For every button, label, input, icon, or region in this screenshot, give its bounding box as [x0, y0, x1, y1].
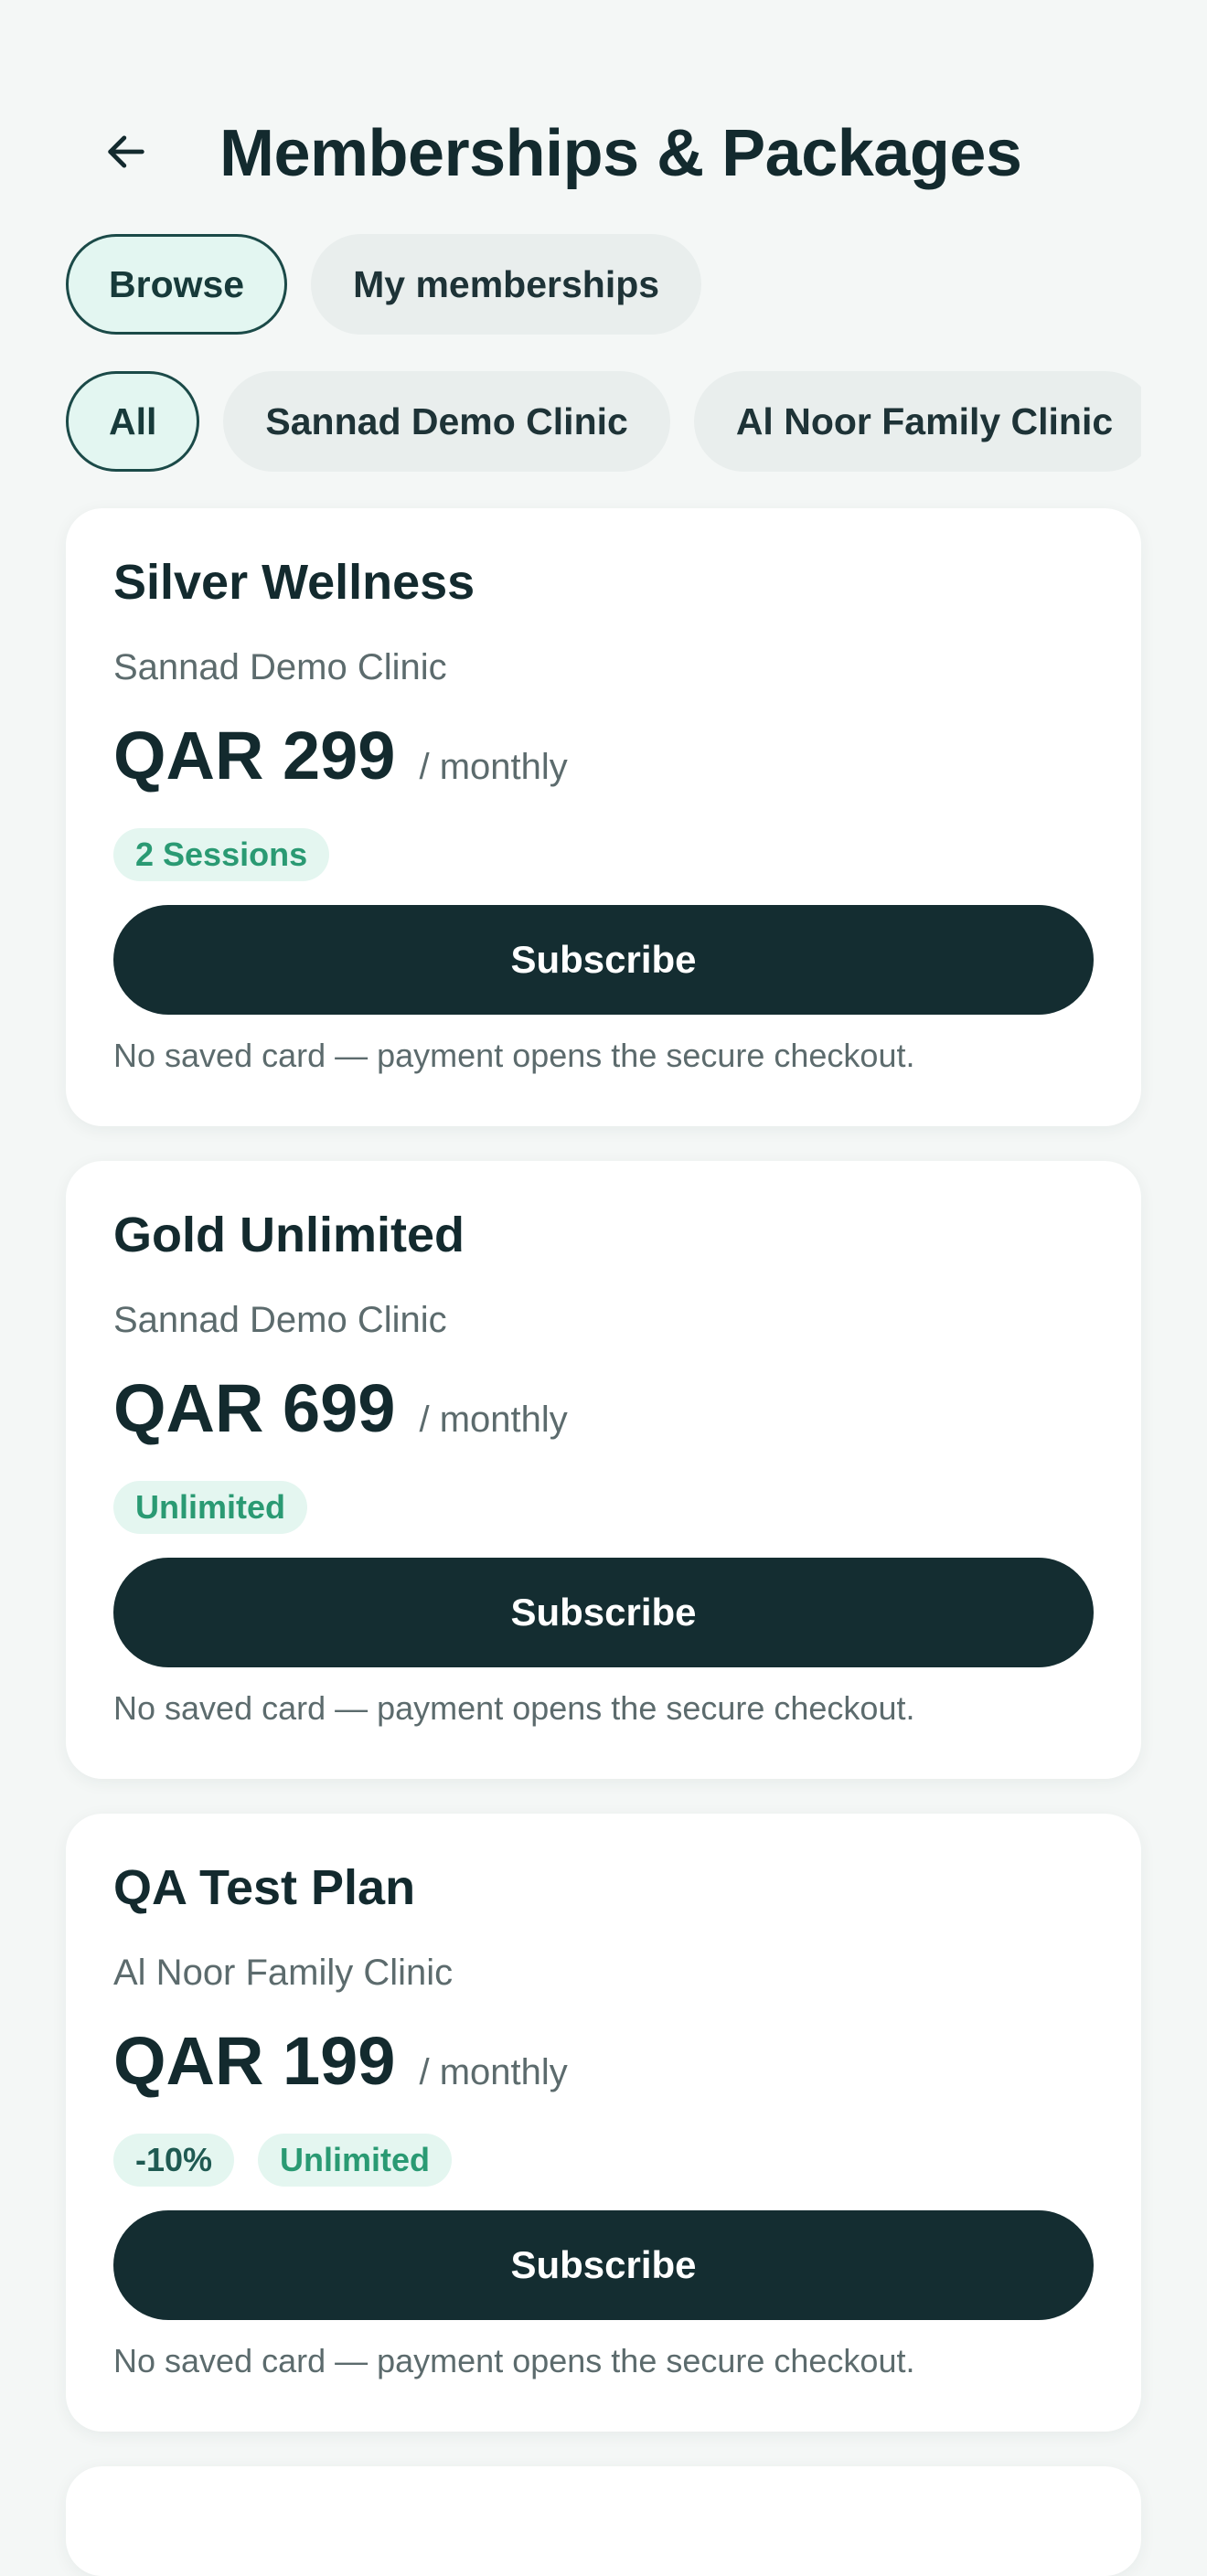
back-button[interactable]	[91, 117, 161, 186]
app-header: Memberships & Packages	[0, 108, 1207, 199]
plan-title: QA Test Plan	[113, 1860, 416, 1915]
checkout-note: No saved card — payment opens the secure…	[113, 2342, 915, 2379]
filter-chip-sannad-demo-clinic[interactable]: Sannad Demo Clinic	[223, 371, 670, 472]
subscribe-button[interactable]: Subscribe	[113, 1558, 1094, 1667]
filter-chip-al-noor-family-clinic[interactable]: Al Noor Family Clinic	[693, 371, 1141, 472]
plan-clinic: Sannad Demo Clinic	[113, 647, 447, 687]
plan-badges: -10% Unlimited	[113, 2134, 453, 2187]
subscribe-button[interactable]: Subscribe	[113, 2210, 1094, 2320]
tab-browse[interactable]: Browse	[66, 234, 288, 335]
sessions-badge: 2 Sessions	[113, 828, 330, 881]
filter-chip-all[interactable]: All	[66, 371, 200, 472]
subscribe-button[interactable]: Subscribe	[113, 905, 1094, 1015]
clinic-filter-chips: All Sannad Demo Clinic Al Noor Family Cl…	[66, 371, 1141, 475]
plan-title: Silver Wellness	[113, 555, 475, 610]
price-period: / monthly	[419, 1400, 568, 1440]
checkout-note: No saved card — payment opens the secure…	[113, 1037, 915, 1074]
plan-clinic: Sannad Demo Clinic	[113, 1300, 447, 1340]
page-title: Memberships & Packages	[219, 117, 1022, 190]
view-tabs: Browse My memberships	[66, 234, 1141, 338]
tab-my-memberships[interactable]: My memberships	[311, 234, 702, 335]
plan-card-partial	[66, 2466, 1141, 2576]
plan-price: QAR 199 / monthly	[113, 2022, 568, 2100]
plan-title: Gold Unlimited	[113, 1208, 465, 1262]
plan-card-qa-test-plan: QA Test Plan Al Noor Family Clinic QAR 1…	[66, 1814, 1141, 2432]
arrow-left-icon	[108, 135, 144, 168]
plan-card-gold-unlimited: Gold Unlimited Sannad Demo Clinic QAR 69…	[66, 1161, 1141, 1779]
price-amount: QAR 699	[113, 1370, 396, 1446]
price-period: / monthly	[419, 747, 568, 787]
discount-badge: -10%	[113, 2134, 235, 2187]
checkout-note: No saved card — payment opens the secure…	[113, 1689, 915, 1727]
plan-badges: Unlimited	[113, 1481, 308, 1534]
plan-price: QAR 299 / monthly	[113, 717, 568, 794]
price-amount: QAR 299	[113, 718, 396, 793]
plan-badges: 2 Sessions	[113, 828, 330, 881]
price-amount: QAR 199	[113, 2023, 396, 2099]
plan-price: QAR 699 / monthly	[113, 1369, 568, 1447]
price-period: / monthly	[419, 2052, 568, 2092]
unlimited-badge: Unlimited	[258, 2134, 453, 2187]
unlimited-badge: Unlimited	[113, 1481, 308, 1534]
plan-card-silver-wellness: Silver Wellness Sannad Demo Clinic QAR 2…	[66, 508, 1141, 1126]
plan-clinic: Al Noor Family Clinic	[113, 1953, 454, 1993]
